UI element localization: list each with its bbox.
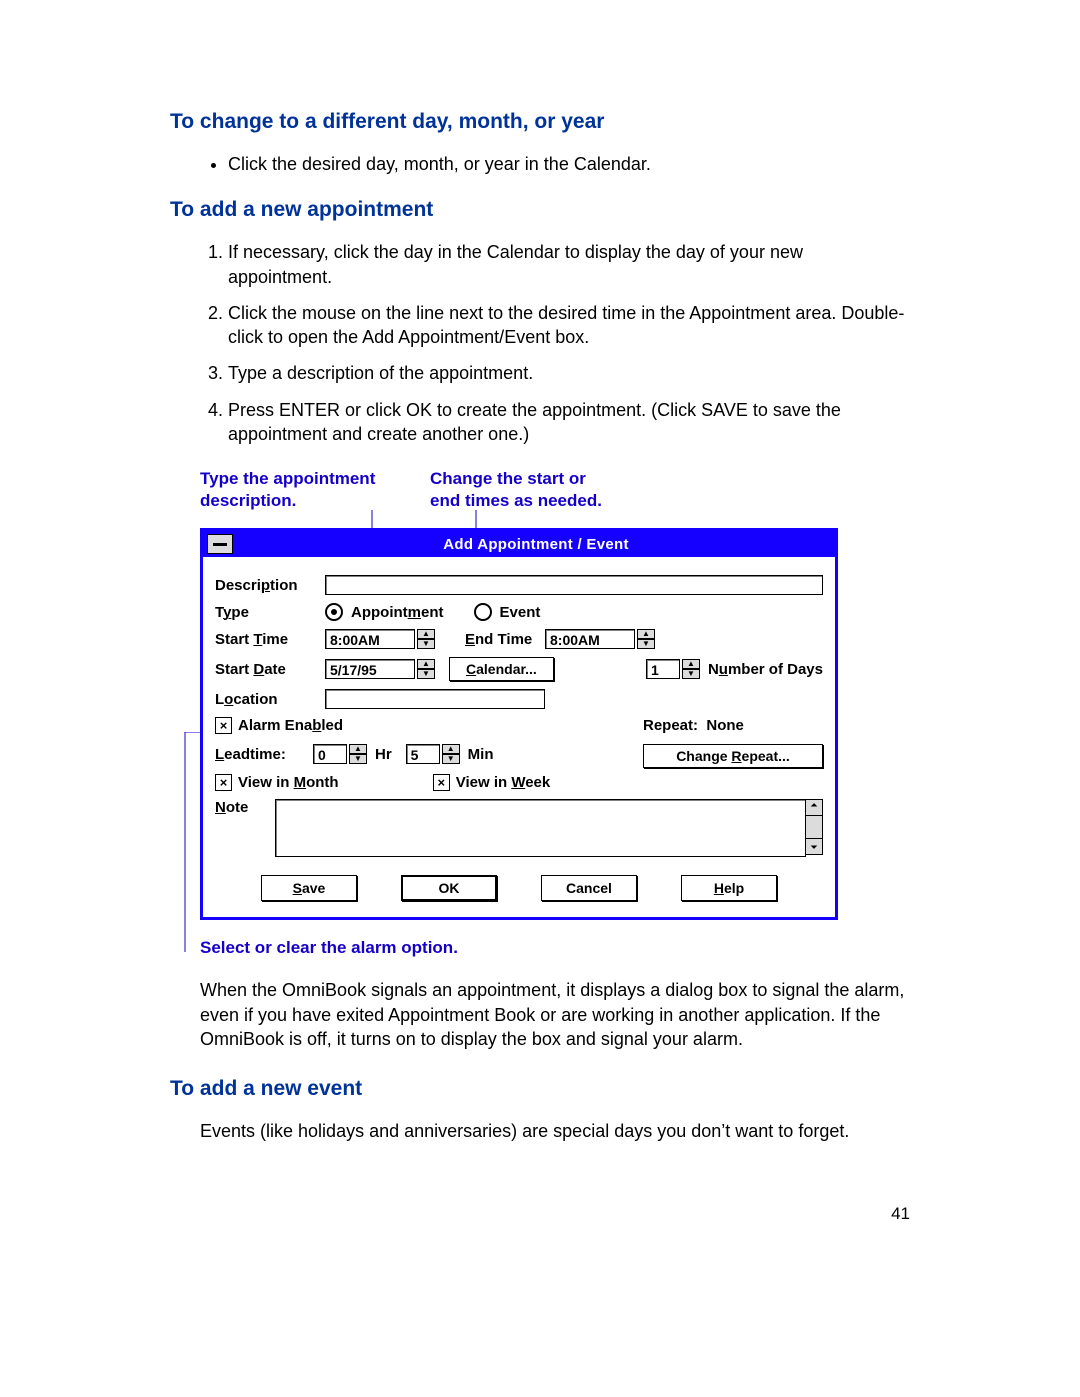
view-in-month-checkbox[interactable]: × View in Month <box>215 774 339 791</box>
start-date-label: Start Date <box>215 661 325 678</box>
alarm-enabled-checkbox[interactable]: × Alarm Enabled <box>215 717 343 734</box>
spin-up-icon[interactable]: ▲ <box>442 744 460 754</box>
spin-up-icon[interactable]: ▲ <box>682 659 700 669</box>
repeat-value: None <box>706 717 744 734</box>
ok-button[interactable]: OK <box>401 875 497 901</box>
leadtime-min-spinner[interactable]: ▲ ▼ <box>442 744 460 764</box>
spin-down-icon[interactable]: ▼ <box>417 669 435 679</box>
callout-change-times: Change the start or end times as needed. <box>430 468 650 511</box>
paragraph-omnibook-signal: When the OmniBook signals an appointment… <box>200 978 910 1051</box>
repeat-label: Repeat: None <box>643 717 823 734</box>
type-event-radio[interactable]: Event <box>474 603 541 621</box>
spin-down-icon[interactable]: ▼ <box>637 639 655 649</box>
step-3: Type a description of the appointment. <box>228 361 910 385</box>
description-input[interactable] <box>325 575 823 595</box>
start-time-input[interactable]: 8:00AM <box>325 629 415 649</box>
number-of-days-spinner[interactable]: ▲ ▼ <box>682 659 700 679</box>
callout-alarm-option: Select or clear the alarm option. <box>200 938 910 958</box>
end-time-label: End Time <box>465 631 545 648</box>
help-button[interactable]: Help <box>681 875 777 901</box>
view-in-month-label: View in Month <box>238 774 339 791</box>
dialog-title: Add Appointment / Event <box>237 536 835 553</box>
cancel-button[interactable]: Cancel <box>541 875 637 901</box>
number-of-days-label: Number of Days <box>708 661 823 678</box>
location-input[interactable] <box>325 689 545 709</box>
callouts-top: Type the appointment description. Change… <box>200 468 910 528</box>
spin-down-icon[interactable]: ▼ <box>417 639 435 649</box>
spin-down-icon[interactable]: ▼ <box>442 754 460 764</box>
start-date-input[interactable]: 5/17/95 <box>325 659 415 679</box>
view-in-week-label: View in Week <box>456 774 551 791</box>
page-number: 41 <box>170 1204 910 1224</box>
leadtime-min-input[interactable]: 5 <box>406 744 440 764</box>
step-1: If necessary, click the day in the Calen… <box>228 240 910 289</box>
end-time-input[interactable]: 8:00AM <box>545 629 635 649</box>
hr-label: Hr <box>375 746 392 763</box>
type-label: Type <box>215 604 325 621</box>
heading-add-appointment: To add a new appointment <box>170 198 910 222</box>
step-4: Press ENTER or click OK to create the ap… <box>228 398 910 447</box>
save-button[interactable]: Save <box>261 875 357 901</box>
start-time-spinner[interactable]: ▲ ▼ <box>417 629 435 649</box>
add-appointment-dialog: Add Appointment / Event Description Type… <box>200 528 838 920</box>
spin-up-icon[interactable]: ▲ <box>417 629 435 639</box>
note-label: Note <box>215 799 275 816</box>
step-2: Click the mouse on the line next to the … <box>228 301 910 350</box>
scroll-up-icon[interactable]: 🞁 <box>806 800 822 816</box>
spin-down-icon[interactable]: ▼ <box>349 754 367 764</box>
description-label: Description <box>215 577 325 594</box>
spin-up-icon[interactable]: ▲ <box>637 629 655 639</box>
spin-down-icon[interactable]: ▼ <box>682 669 700 679</box>
bullet-click-calendar: Click the desired day, month, or year in… <box>228 152 910 176</box>
note-textarea[interactable] <box>275 799 806 857</box>
start-date-spinner[interactable]: ▲ ▼ <box>417 659 435 679</box>
note-scrollbar[interactable]: 🞁 🞃 <box>805 799 823 855</box>
dialog-titlebar: Add Appointment / Event <box>203 531 835 557</box>
leadtime-label: Leadtime: <box>215 746 313 763</box>
callout-type-description: Type the appointment description. <box>200 468 400 511</box>
spin-up-icon[interactable]: ▲ <box>417 659 435 669</box>
callout-alarm-line-icon <box>170 732 200 952</box>
calendar-button[interactable]: Calendar... <box>449 657 554 681</box>
paragraph-events: Events (like holidays and anniversaries)… <box>200 1119 910 1143</box>
scroll-down-icon[interactable]: 🞃 <box>806 838 822 854</box>
type-appointment-label: Appointment <box>351 604 444 621</box>
heading-add-event: To add a new event <box>170 1077 910 1101</box>
min-label: Min <box>468 746 494 763</box>
system-menu-icon[interactable] <box>207 534 233 554</box>
spin-up-icon[interactable]: ▲ <box>349 744 367 754</box>
heading-change-day: To change to a different day, month, or … <box>170 110 910 134</box>
leadtime-hr-spinner[interactable]: ▲ ▼ <box>349 744 367 764</box>
end-time-spinner[interactable]: ▲ ▼ <box>637 629 655 649</box>
number-of-days-input[interactable]: 1 <box>646 659 680 679</box>
change-repeat-button[interactable]: Change Repeat... <box>643 744 823 768</box>
type-event-label: Event <box>500 604 541 621</box>
view-in-week-checkbox[interactable]: × View in Week <box>433 774 551 791</box>
location-label: Location <box>215 691 325 708</box>
start-time-label: Start Time <box>215 631 325 648</box>
type-appointment-radio[interactable]: Appointment <box>325 603 444 621</box>
leadtime-hr-input[interactable]: 0 <box>313 744 347 764</box>
alarm-enabled-label: Alarm Enabled <box>238 717 343 734</box>
